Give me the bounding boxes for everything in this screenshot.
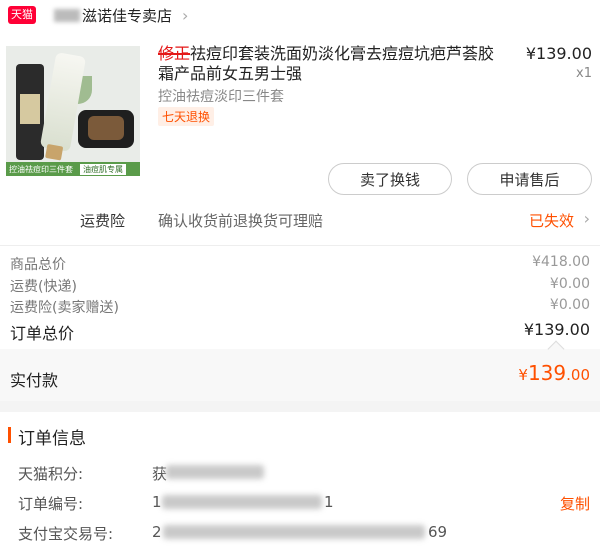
paid-integer: 139: [527, 361, 567, 385]
sell-button[interactable]: 卖了换钱: [328, 163, 452, 195]
insurance-description: 确认收货前退换货可理赔: [158, 212, 324, 230]
product-title-text: 祛痘印套装洗面奶淡化膏去痘痘坑疤芦荟胶霜产品前女五男士强: [158, 44, 495, 83]
paid-value: ¥139.00: [518, 361, 590, 385]
points-value-prefix: 获: [152, 465, 168, 483]
price-summary: 商品总价 ¥418.00 运费(快递) ¥0.00 运费险(卖家赠送) ¥0.0…: [0, 245, 600, 401]
paid-currency: ¥: [518, 366, 528, 384]
shop-name-redacted: [54, 8, 80, 22]
product-quantity: x1: [576, 66, 592, 81]
insurance-fee-value: ¥0.00: [549, 297, 590, 313]
paid-amount-box: 实付款 ¥139.00: [0, 349, 600, 401]
order-number-redacted: [162, 495, 322, 509]
product-price: ¥139.00: [525, 44, 592, 63]
shipping-row: 运费(快递) ¥0.00: [10, 276, 590, 296]
items-total-label: 商品总价: [10, 257, 66, 273]
section-marker: [8, 427, 11, 443]
alipay-trade-no-label: 支付宝交易号:: [18, 525, 114, 543]
alipay-trade-no-suffix: 69: [428, 523, 448, 541]
product-spec: 控油祛痘淡印三件套: [158, 89, 284, 105]
order-total-label: 订单总价: [10, 324, 75, 343]
insurance-title: 运费险: [80, 212, 126, 230]
return-policy-tag: 七天退换: [158, 107, 215, 126]
product-image[interactable]: 控油祛痘印三件套 油痘肌专属: [6, 46, 140, 176]
shipping-label: 运费(快递): [10, 279, 77, 295]
shop-header[interactable]: 天猫 滋诺佳专卖店 ›: [0, 0, 600, 30]
order-total-value: ¥139.00: [523, 320, 590, 339]
points-value-redacted: [166, 465, 264, 479]
product-title-struck: 修正: [158, 44, 191, 63]
image-banner-text-2: 油痘肌专属: [80, 163, 126, 175]
image-banner-text-1: 控油祛痘印三件套: [9, 164, 73, 174]
items-total-row: 商品总价 ¥418.00: [10, 254, 590, 274]
paid-decimal: .00: [566, 366, 590, 384]
after-sale-button[interactable]: 申请售后: [467, 163, 592, 195]
shipping-value: ¥0.00: [549, 276, 590, 292]
product-card: 控油祛痘印三件套 油痘肌专属 修正祛痘印套装洗面奶淡化膏去痘痘坑疤芦荟胶霜产品前…: [0, 30, 600, 245]
chevron-right-icon: ›: [182, 5, 189, 25]
order-number-label: 订单编号:: [18, 495, 84, 513]
tmall-logo: 天猫: [8, 6, 36, 24]
insurance-fee-label: 运费险(卖家赠送): [10, 300, 119, 316]
order-detail-page: 天猫 滋诺佳专卖店 › 控油祛痘印三件套 油痘肌专属 修正祛痘印套装洗面奶淡化膏…: [0, 0, 600, 556]
cream-jar-image: [78, 110, 134, 148]
product-title[interactable]: 修正祛痘印套装洗面奶淡化膏去痘痘坑疤芦荟胶霜产品前女五男士强: [158, 44, 496, 84]
cleanser-bottle-image: [16, 64, 44, 160]
order-info-title: 订单信息: [18, 429, 86, 449]
points-label: 天猫积分:: [18, 465, 84, 483]
alipay-trade-no-redacted: [163, 525, 425, 539]
order-number-suffix: 1: [324, 493, 334, 511]
insurance-fee-row: 运费险(卖家赠送) ¥0.00: [10, 297, 590, 317]
shop-name[interactable]: 滋诺佳专卖店: [82, 5, 172, 26]
alipay-trade-no-prefix: 2: [152, 523, 162, 541]
shipping-insurance-row[interactable]: 运费险 确认收货前退换货可理赔 已失效 ›: [0, 209, 600, 234]
paid-label: 实付款: [10, 371, 59, 390]
image-banner: 控油祛痘印三件套 油痘肌专属: [6, 162, 140, 176]
chevron-right-icon: ›: [583, 209, 590, 228]
order-number-prefix: 1: [152, 493, 162, 511]
items-total-value: ¥418.00: [532, 254, 590, 270]
insurance-status: 已失效: [528, 212, 574, 230]
order-total-row: 订单总价 ¥139.00: [10, 320, 590, 344]
copy-order-number-button[interactable]: 复制: [560, 493, 590, 514]
order-info-section: 订单信息 天猫积分: 获 订单编号: 1 1 复制 支付宝交易号: 2 69: [0, 412, 600, 556]
